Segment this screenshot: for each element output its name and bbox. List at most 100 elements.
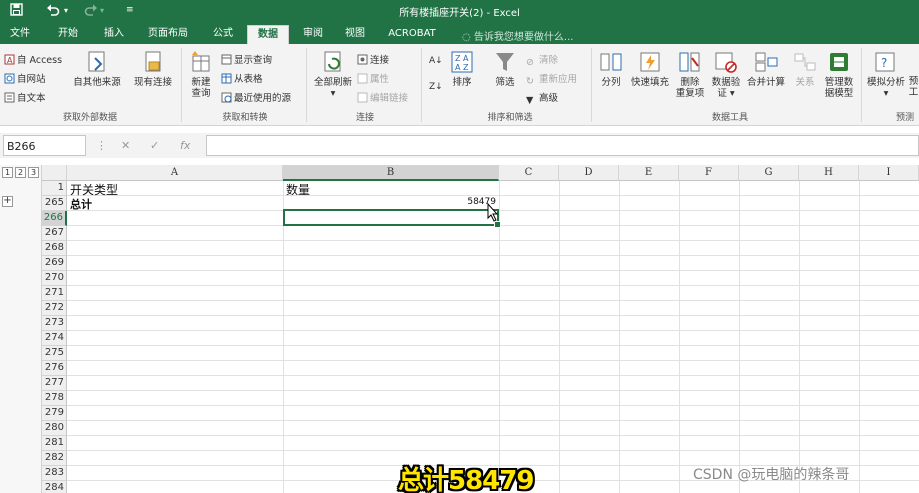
sort-az-icon[interactable]: A↓ [429, 56, 443, 66]
tab-insert[interactable]: 插入 [96, 25, 132, 44]
show-queries-button[interactable]: 显示查询 [221, 52, 272, 66]
column-header-d[interactable]: D [559, 165, 619, 181]
properties-button[interactable]: 属性 [357, 71, 389, 85]
row-header[interactable]: 270 [42, 271, 67, 286]
relationships-button[interactable]: 关系 [789, 50, 821, 88]
manage-data-model-button[interactable]: 管理数 据模型 [821, 50, 857, 99]
column-header-e[interactable]: E [619, 165, 679, 181]
row-header[interactable]: 278 [42, 391, 67, 406]
row-header[interactable]: 280 [42, 421, 67, 436]
outline-level-2[interactable]: 2 [15, 167, 26, 178]
tab-file[interactable]: 文件 [2, 25, 38, 44]
filter-button[interactable]: 筛选 [488, 50, 522, 88]
formula-input[interactable] [206, 135, 919, 156]
from-web-button[interactable]: 自网站 [4, 71, 46, 85]
row-header[interactable]: 269 [42, 256, 67, 271]
sort-button[interactable]: Z AA Z 排序 [447, 50, 477, 88]
edit-links-button[interactable]: 编辑链接 [357, 90, 408, 104]
name-box[interactable]: B266 [3, 135, 86, 156]
group-label-forecast: 预测 [895, 113, 914, 123]
select-all-corner[interactable] [42, 165, 67, 181]
enter-icon[interactable]: ✓ [150, 139, 159, 152]
column-header-b[interactable]: B [283, 165, 499, 181]
tab-review[interactable]: 审阅 [295, 25, 331, 44]
recent-sources-button[interactable]: 最近使用的源 [221, 90, 291, 104]
clear-filter-button[interactable]: ⊘ 清除 [526, 52, 558, 68]
tab-view[interactable]: 视图 [337, 25, 373, 44]
refresh-all-button[interactable]: 全部刷新 ▾ [310, 50, 356, 99]
advanced-filter-icon: ▼ [526, 95, 534, 106]
column-header-c[interactable]: C [499, 165, 559, 181]
column-header-f[interactable]: F [679, 165, 739, 181]
from-table-button[interactable]: 从表格 [221, 71, 263, 85]
column-header-h[interactable]: H [799, 165, 859, 181]
flash-fill-button[interactable]: 快速填充 [628, 50, 672, 88]
gridline [619, 181, 620, 493]
column-header-g[interactable]: G [739, 165, 799, 181]
row-header[interactable]: 277 [42, 376, 67, 391]
row-header[interactable]: 284 [42, 481, 67, 493]
row-header[interactable]: 273 [42, 316, 67, 331]
name-box-dropdown-icon[interactable]: ⋮ [96, 139, 107, 152]
outline-level-3[interactable]: 3 [28, 167, 39, 178]
insert-function-icon[interactable]: fx [180, 139, 190, 152]
forecast-sheet-button[interactable]: 预 工 [908, 76, 919, 98]
row-header[interactable]: 265 [42, 196, 67, 211]
cell-b1[interactable]: 数量 [286, 181, 310, 198]
advanced-filter-button[interactable]: ▼ 高级 [526, 90, 558, 106]
row-header[interactable]: 274 [42, 331, 67, 346]
outline-level-1[interactable]: 1 [2, 167, 13, 178]
row-header[interactable]: 267 [42, 226, 67, 241]
row-header[interactable]: 271 [42, 286, 67, 301]
tab-home[interactable]: 开始 [50, 25, 86, 44]
sort-za-icon[interactable]: Z↓ [429, 82, 443, 92]
tab-acrobat[interactable]: ACROBAT [383, 25, 441, 44]
title-bar: ▾ ▾ ≡ 所有楼插座开关(2) - Excel [0, 0, 919, 22]
video-subtitle: 总计58479 [398, 466, 534, 493]
row-header[interactable]: 266 [42, 211, 67, 226]
text-to-columns-button[interactable]: 分列 [596, 50, 626, 88]
from-other-sources-button[interactable]: 自其他来源 [70, 50, 124, 88]
connections-button[interactable]: 连接 [357, 52, 389, 66]
tell-me-box[interactable]: ◌ 告诉我您想要做什么... [462, 28, 573, 43]
gridline [67, 300, 919, 301]
active-cell-selection[interactable] [283, 209, 501, 228]
tab-formulas[interactable]: 公式 [205, 25, 241, 44]
row-header[interactable]: 282 [42, 451, 67, 466]
from-text-button[interactable]: 自文本 [4, 90, 46, 104]
tab-data[interactable]: 数据 [247, 25, 289, 44]
ribbon-data: A自 Access 自网站 自文本 自其他来源 现有连接 获取外部数据 新建 查… [0, 44, 919, 126]
row-header[interactable]: 272 [42, 301, 67, 316]
reapply-button[interactable]: ↻ 重新应用 [526, 71, 577, 87]
other-sources-icon [85, 50, 109, 74]
column-header-a[interactable]: A [67, 165, 283, 181]
gridline [799, 181, 800, 493]
tab-page-layout[interactable]: 页面布局 [143, 25, 193, 44]
row-header[interactable]: 276 [42, 361, 67, 376]
row-header[interactable]: 268 [42, 241, 67, 256]
cancel-icon[interactable]: ✕ [121, 139, 130, 152]
column-header-i[interactable]: I [859, 165, 919, 181]
row-header[interactable]: 279 [42, 406, 67, 421]
gridline [67, 330, 919, 331]
cell-a265[interactable]: 总计 [70, 196, 92, 212]
cursor-icon [486, 202, 500, 226]
ribbon-tabs: 文件 开始 插入 页面布局 公式 数据 审阅 视图 ACROBAT ◌ 告诉我您… [0, 22, 919, 44]
gridline [67, 405, 919, 406]
remove-duplicates-button[interactable]: 删除 重复项 [672, 50, 708, 99]
data-validation-button[interactable]: 数据验 证 ▾ [708, 50, 744, 99]
gridline [67, 315, 919, 316]
row-header[interactable]: 281 [42, 436, 67, 451]
expand-group-button[interactable]: + [2, 196, 13, 207]
consolidate-button[interactable]: 合并计算 [744, 50, 788, 88]
what-if-analysis-button[interactable]: ? 模拟分析 ▾ [864, 50, 908, 99]
new-query-button[interactable]: 新建 查询 [184, 50, 218, 99]
group-separator [306, 48, 307, 122]
refresh-icon [321, 50, 345, 74]
row-header[interactable]: 275 [42, 346, 67, 361]
row-header[interactable]: 283 [42, 466, 67, 481]
svg-text:?: ? [881, 56, 887, 70]
from-access-button[interactable]: A自 Access [4, 52, 62, 66]
row-header[interactable]: 1 [42, 181, 67, 196]
existing-connections-button[interactable]: 现有连接 [130, 50, 176, 88]
